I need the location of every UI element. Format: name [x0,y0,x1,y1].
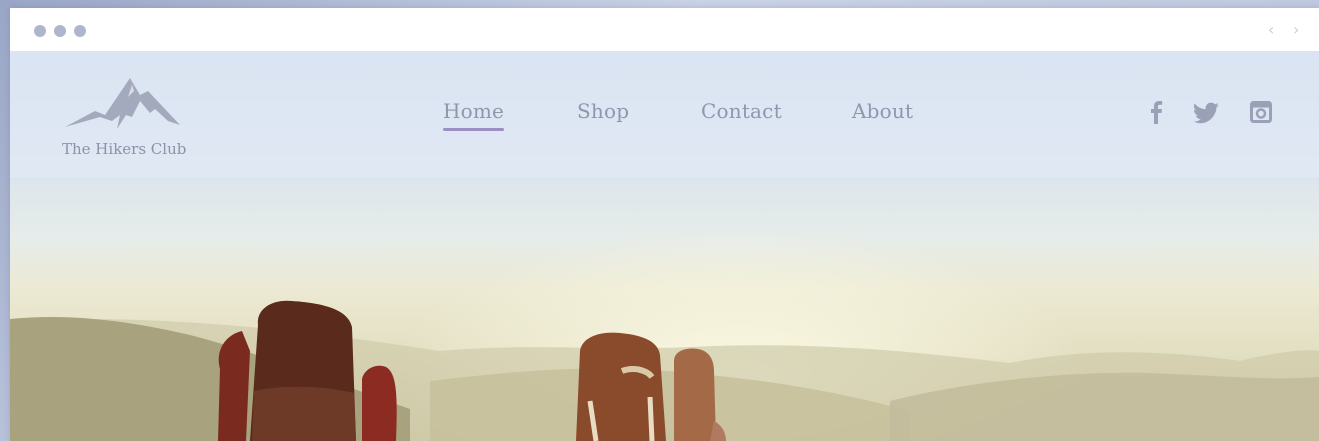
nav-home[interactable]: Home [443,99,505,131]
instagram-icon[interactable] [1250,100,1272,124]
nav-contact[interactable]: Contact [701,99,782,123]
nav-about[interactable]: About [852,99,913,123]
window-close-dot[interactable] [34,25,46,37]
forward-arrow-icon[interactable]: › [1293,21,1299,39]
logo-text[interactable]: The Hikers Club [62,140,186,158]
window-minimize-dot[interactable] [54,25,66,37]
hero-section: The Hikers Club Home Shop Contact About [10,51,1319,441]
nav-shop[interactable]: Shop [577,99,629,123]
hiker-left [218,300,397,441]
facebook-icon[interactable] [1146,100,1168,124]
back-arrow-icon[interactable]: ‹ [1268,21,1274,39]
site-navbar: The Hikers Club Home Shop Contact About [10,51,1319,179]
browser-window: ‹ › The Hikers Club Home Shop Contact Ab… [10,8,1319,441]
window-titlebar: ‹ › [10,8,1319,51]
window-maximize-dot[interactable] [74,25,86,37]
twitter-icon[interactable] [1194,100,1220,124]
